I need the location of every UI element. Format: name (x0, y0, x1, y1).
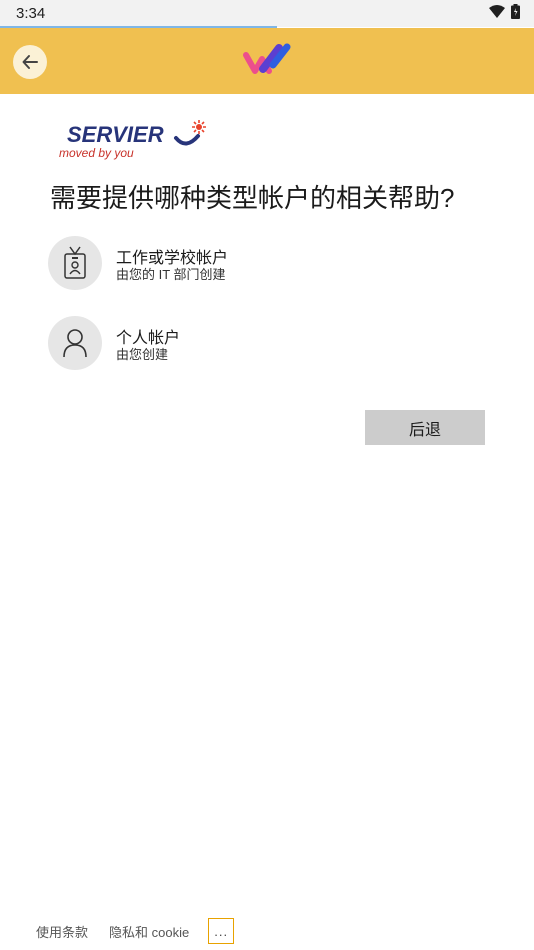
page-title: 需要提供哪种类型帐户的相关帮助? (50, 183, 455, 213)
status-bar: 3:34 (0, 0, 534, 27)
status-icons (489, 4, 520, 19)
company-logo: SERVIER moved by you (58, 118, 208, 167)
back-arrow-button[interactable] (13, 45, 47, 79)
personal-account-option[interactable]: 个人帐户 由您创建 (48, 316, 348, 372)
more-options-button[interactable]: ... (208, 918, 235, 944)
brand-tagline: moved by you (59, 146, 134, 160)
arrow-left-icon (22, 55, 38, 69)
brand-name: SERVIER (67, 122, 164, 147)
wifi-icon (489, 4, 505, 18)
id-badge-icon (64, 246, 86, 279)
sun-icon (192, 120, 206, 134)
status-time: 3:34 (16, 5, 46, 22)
battery-icon (511, 4, 520, 19)
work-account-icon-circle (48, 236, 102, 290)
work-school-account-option[interactable]: 工作或学校帐户 由您的 IT 部门创建 (48, 236, 348, 292)
app-header (0, 28, 534, 94)
personal-account-subtitle: 由您创建 (116, 347, 169, 362)
privacy-cookie-link[interactable]: 隐私和 cookie (109, 922, 189, 941)
terms-of-use-link[interactable]: 使用条款 (36, 922, 88, 941)
back-button[interactable]: 后退 (365, 410, 485, 445)
personal-account-icon-circle (48, 316, 102, 370)
work-account-subtitle: 由您的 IT 部门创建 (116, 267, 226, 282)
person-icon (63, 329, 87, 358)
app-logo (243, 43, 291, 74)
footer: 使用条款 隐私和 cookie ... (36, 918, 235, 944)
